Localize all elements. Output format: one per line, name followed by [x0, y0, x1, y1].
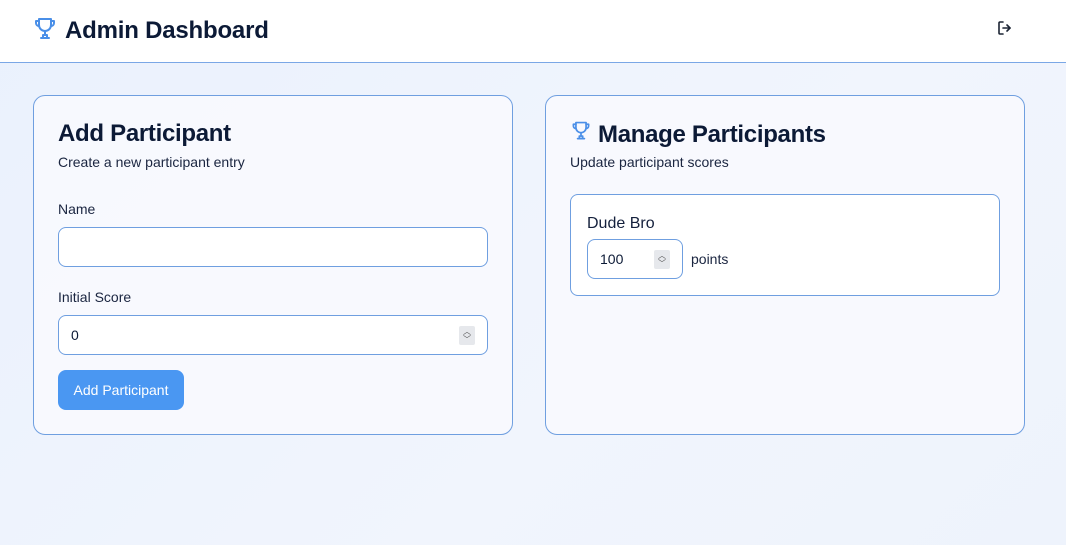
add-participant-title: Add Participant — [58, 120, 231, 147]
trophy-icon — [570, 120, 592, 149]
initial-score-value: 0 — [71, 327, 79, 343]
participant-score-value: 100 — [600, 251, 624, 267]
initial-score-input[interactable]: 0 ︿ ﹀ — [58, 315, 488, 355]
chevron-down-icon[interactable]: ﹀ — [463, 335, 471, 344]
chevron-down-icon[interactable]: ﹀ — [658, 259, 666, 268]
score-stepper[interactable]: ︿ ﹀ — [459, 326, 475, 345]
add-participant-button[interactable]: Add Participant — [58, 370, 184, 410]
manage-participants-title-text: Manage Participants — [598, 120, 826, 148]
name-label: Name — [58, 201, 96, 217]
participant-item: Dude Bro 100 ︿ ﹀ points — [570, 194, 1000, 296]
participant-score-stepper[interactable]: ︿ ﹀ — [654, 250, 670, 269]
page-title: Admin Dashboard — [65, 17, 269, 44]
logout-icon — [997, 20, 1013, 41]
participant-name: Dude Bro — [587, 215, 655, 232]
add-participant-card: Add Participant Create a new participant… — [33, 95, 513, 435]
manage-participants-title: Manage Participants — [570, 120, 826, 149]
name-input[interactable] — [58, 227, 488, 267]
add-participant-subtitle: Create a new participant entry — [58, 154, 245, 170]
manage-participants-subtitle: Update participant scores — [570, 154, 729, 170]
manage-participants-card: Manage Participants Update participant s… — [545, 95, 1025, 435]
app-header: Admin Dashboard — [0, 0, 1066, 63]
trophy-icon — [33, 16, 57, 47]
initial-score-label: Initial Score — [58, 289, 132, 305]
points-label: points — [691, 251, 729, 267]
participant-score-input[interactable]: 100 ︿ ﹀ — [587, 239, 683, 279]
brand: Admin Dashboard — [33, 16, 269, 46]
logout-button[interactable] — [994, 19, 1016, 41]
